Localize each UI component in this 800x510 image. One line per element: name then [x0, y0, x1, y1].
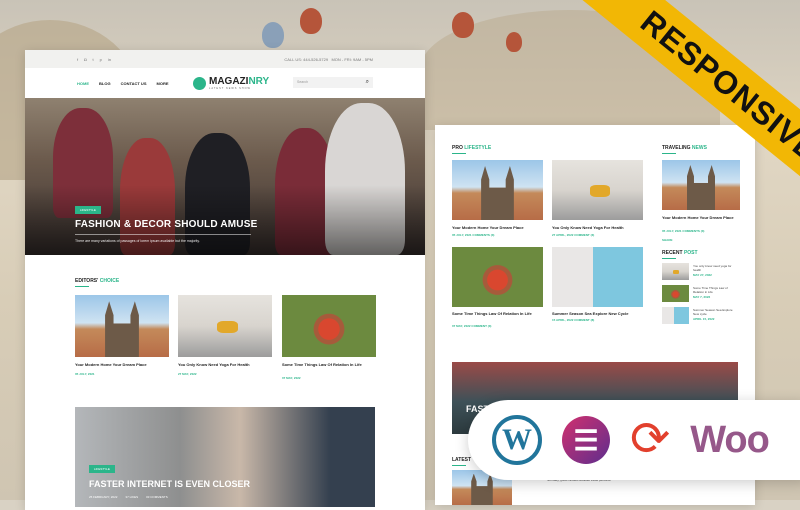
twitter-icon[interactable]: t	[93, 57, 94, 62]
recent-title[interactable]: You only know need yoga for health	[693, 264, 738, 272]
post-title[interactable]: Some Time Things Law Of Relation In Life	[282, 362, 376, 368]
pro-lifestyle-heading: PRO LIFESTYLE	[452, 145, 491, 154]
thumb[interactable]	[662, 263, 689, 280]
recent-date: MAY 7, 2022	[693, 295, 711, 299]
post-image[interactable]	[452, 160, 543, 220]
recent-post-heading: RECENT POST	[662, 250, 698, 259]
post-title[interactable]: Some Time Things Law Of Relation In Life	[452, 311, 543, 317]
logo[interactable]: MAGAZINRY LATEST NEWS SHOW	[193, 76, 269, 90]
feature-comments: 03 COMMENTS	[146, 495, 168, 499]
post-image[interactable]	[552, 247, 643, 307]
logo-tagline: LATEST NEWS SHOW	[209, 87, 251, 90]
hero-title[interactable]: FASHION & DECOR SHOULD AMUSE	[75, 219, 257, 230]
logo-accent: NRY	[248, 76, 270, 87]
updates-icon: ⟳	[630, 413, 671, 466]
post-meta: 27 APRIL, 2022 COMMENT (3)	[552, 233, 595, 237]
feature-title[interactable]: FASTER INTERNET IS EVEN CLOSER	[89, 479, 250, 489]
post-title[interactable]: You Only Know Need Yoga For Health	[552, 225, 643, 231]
search-input[interactable]: Search ⌕	[293, 77, 373, 88]
post-title[interactable]: Summer Season Sea Explore New Cycle	[552, 311, 643, 317]
post-date: 27 MAY, 2022	[178, 372, 197, 376]
post-meta: 05 JULY, 2021 COMMENTS (3)	[452, 233, 495, 237]
post-title[interactable]: Your Modern Home Your Dream Place	[452, 225, 543, 231]
post-image[interactable]	[282, 295, 376, 357]
feature-post[interactable]: LIFESTYLE FASTER INTERNET IS EVEN CLOSER…	[75, 407, 375, 507]
logo-text: MAGAZI	[209, 76, 249, 87]
search-placeholder: Search	[297, 80, 309, 84]
pinterest-icon[interactable]: p	[100, 57, 102, 62]
post-meta: 05 JULY, 2021 COMMENTS (3)	[662, 229, 705, 233]
share-link[interactable]: SHARE	[662, 238, 673, 242]
post-image[interactable]	[178, 295, 272, 357]
nav-more[interactable]: MORE	[157, 81, 169, 86]
main-nav: HOME BLOG CONTACT US MORE MAGAZINRY LATES…	[25, 68, 425, 98]
thumb[interactable]	[662, 285, 689, 302]
post-image[interactable]	[552, 160, 643, 220]
woocommerce-icon: Woo	[690, 418, 770, 461]
post-title[interactable]: Your Modern Home Your Dream Place	[662, 215, 742, 221]
post-image[interactable]	[662, 160, 740, 210]
thumb[interactable]	[662, 307, 689, 324]
post-image[interactable]	[452, 247, 543, 307]
post-title[interactable]: You Only Know Need Yoga For Health	[178, 362, 272, 368]
search-icon[interactable]: ⌕	[366, 79, 369, 86]
hero-banner[interactable]: LIFESTYLE FASHION & DECOR SHOULD AMUSE T…	[25, 98, 425, 255]
hero-text: There are many variations of passages of…	[75, 239, 200, 243]
logo-icon	[193, 76, 206, 90]
hero-tag[interactable]: LIFESTYLE	[75, 206, 101, 214]
post-meta: 07 MAY, 2022 COMMENT (3)	[452, 324, 492, 328]
facebook-icon[interactable]: f	[77, 57, 78, 62]
post-title[interactable]: Your Modern Home Your Dream Place	[75, 362, 169, 368]
post-date: 05 JULY, 2021	[75, 372, 95, 376]
editors-choice-heading: EDITORS' CHOICE	[75, 278, 119, 287]
recent-date: MAY 27, 2022	[693, 273, 712, 277]
traveling-news-heading: TRAVELING NEWS	[662, 145, 707, 154]
feature-likes: 37 LIKES	[125, 495, 139, 499]
elementor-icon: ☰	[562, 416, 610, 464]
nav-contact[interactable]: CONTACT US	[121, 81, 147, 86]
recent-title[interactable]: Summer Season Sea Explore New cycle	[693, 308, 738, 316]
recent-date: APRIL 15, 2022	[693, 317, 715, 321]
wordpress-icon: W	[492, 415, 542, 465]
plugin-badges: W ☰ ⟳ Woo	[468, 400, 800, 480]
feature-date: 25 FEBRUARY, 2022	[89, 495, 118, 499]
nav-blog[interactable]: BLOG	[99, 81, 111, 86]
instagram-icon[interactable]: ◘	[84, 57, 86, 62]
feature-tag[interactable]: LIFESTYLE	[89, 465, 115, 473]
top-bar: f ◘ t p in CALL US: 444-526-5729 MON - FRI: …	[25, 50, 425, 68]
post-image[interactable]	[75, 295, 169, 357]
recent-title[interactable]: Some Time Things Law of Relation in Life	[693, 286, 738, 294]
desktop-mockup: f ◘ t p in CALL US: 444-526-5729 MON - FRI: …	[25, 50, 425, 510]
nav-home[interactable]: HOME	[77, 81, 89, 86]
post-meta: 15 APRIL, 2022 COMMENT (8)	[552, 318, 595, 322]
hours: MON - FRI: 9AM - 5PM	[331, 56, 373, 62]
contact-phone: CALL US: 444-526-5729	[284, 56, 329, 62]
latest-heading: LATEST	[452, 457, 471, 466]
linkedin-icon[interactable]: in	[108, 57, 111, 62]
post-date: 07 MAY, 2022	[282, 376, 301, 380]
